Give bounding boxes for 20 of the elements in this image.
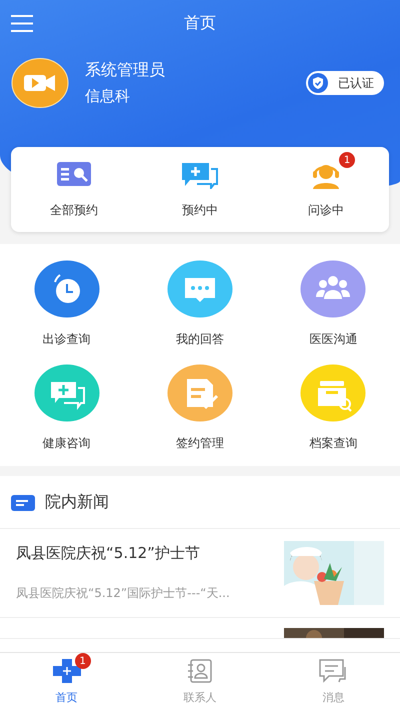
- feature-item[interactable]: 签约管理: [133, 364, 267, 452]
- status-item[interactable]: 全部预约: [11, 147, 137, 232]
- feature-item[interactable]: 医医沟通: [266, 260, 400, 348]
- user-name: 系统管理员: [85, 60, 166, 81]
- section-title: 院内新闻: [45, 492, 109, 512]
- department-text: 信息科: [85, 87, 131, 106]
- verified-text: 已认证: [338, 74, 374, 92]
- count-badge: 1: [74, 653, 91, 669]
- news-summary: 凤县医院庆祝“5.12”国际护士节---“天...: [16, 585, 231, 602]
- feature-item[interactable]: 出诊查询: [0, 260, 134, 348]
- status-item[interactable]: 1 问诊中: [263, 147, 389, 232]
- page-title: 首页: [184, 12, 216, 34]
- count-badge: 1: [339, 152, 355, 168]
- news-title: 凤县医院庆祝“5.12”护士节: [16, 544, 201, 563]
- feature-item[interactable]: 档案查询: [266, 364, 400, 452]
- news-item[interactable]: 凤县医院庆祝“5.12”护士节 凤县医院庆祝“5.12”国际护士节---“天...: [0, 529, 400, 618]
- status-item[interactable]: 预约中: [137, 147, 263, 232]
- tab-item[interactable]: 1 首页: [0, 653, 134, 711]
- feature-item[interactable]: 我的回答: [133, 260, 267, 348]
- feature-item[interactable]: 健康咨询: [0, 364, 134, 452]
